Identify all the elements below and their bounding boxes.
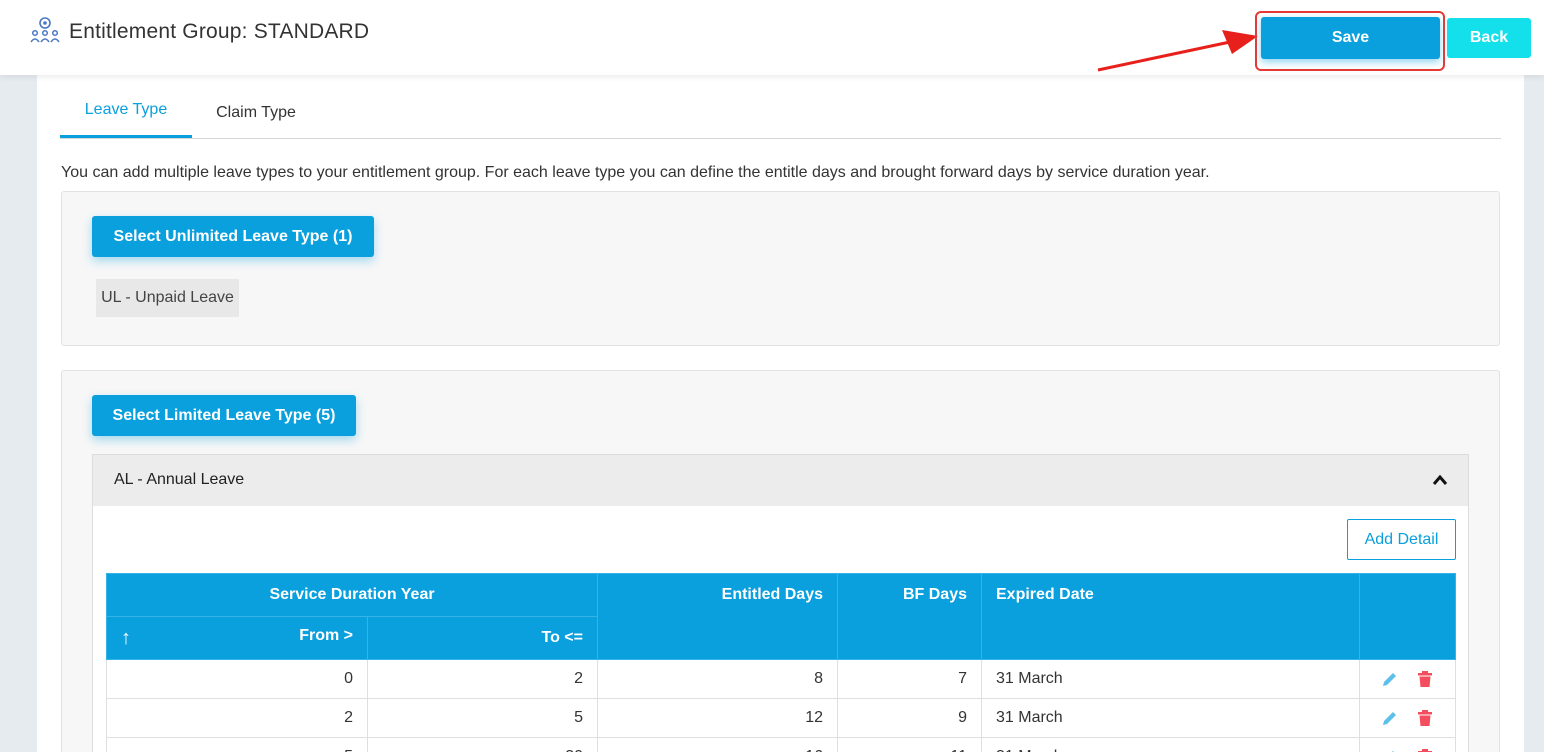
- actions-header: [1359, 573, 1456, 660]
- table-row: 0 2 8 7 31 March: [106, 659, 1456, 699]
- cell-from: 2: [106, 698, 368, 738]
- table-body: 0 2 8 7 31 March 2 5 12 9 31 March 5 30 …: [106, 659, 1456, 752]
- unlimited-leave-chip: UL - Unpaid Leave: [96, 279, 239, 317]
- cell-from: 5: [106, 737, 368, 752]
- cell-to: 5: [367, 698, 598, 738]
- chevron-up-icon[interactable]: [1432, 472, 1448, 488]
- cell-to: 30: [367, 737, 598, 752]
- table-row: 2 5 12 9 31 March: [106, 698, 1456, 738]
- cell-entitled: 8: [597, 659, 838, 699]
- annotation-arrow: [1097, 30, 1258, 72]
- tab-leave-type[interactable]: Leave Type: [60, 90, 192, 138]
- table-row: 5 30 16 11 31 March: [106, 737, 1456, 752]
- cell-expired: 31 March: [981, 737, 1360, 752]
- delete-trash-icon[interactable]: [1416, 709, 1434, 727]
- unlimited-leave-panel: [61, 191, 1500, 346]
- cell-expired: 31 March: [981, 698, 1360, 738]
- select-limited-leave-button[interactable]: Select Limited Leave Type (5): [92, 395, 356, 436]
- save-button[interactable]: Save: [1261, 17, 1440, 59]
- entitlement-table: Service Duration Year Entitled Days BF D…: [106, 573, 1456, 752]
- entitled-days-header[interactable]: Entitled Days: [597, 573, 838, 660]
- accordion-title: AL - Annual Leave: [114, 471, 245, 488]
- description-text: You can add multiple leave types to your…: [61, 164, 1210, 181]
- cell-from: 0: [106, 659, 368, 699]
- bf-days-header[interactable]: BF Days: [837, 573, 982, 660]
- service-duration-header: Service Duration Year: [106, 573, 598, 617]
- cell-bf: 9: [837, 698, 982, 738]
- edit-pencil-icon[interactable]: [1381, 670, 1399, 688]
- edit-pencil-icon[interactable]: [1381, 709, 1399, 727]
- from-header-label: From >: [299, 626, 353, 644]
- from-header[interactable]: ↑ From >: [106, 616, 368, 660]
- to-header[interactable]: To <=: [367, 616, 598, 660]
- cell-actions: [1359, 659, 1456, 699]
- delete-trash-icon[interactable]: [1416, 748, 1434, 752]
- cell-actions: [1359, 698, 1456, 738]
- add-detail-button[interactable]: Add Detail: [1347, 519, 1456, 560]
- cell-to: 2: [367, 659, 598, 699]
- cell-actions: [1359, 737, 1456, 752]
- tab-claim-type[interactable]: Claim Type: [210, 93, 302, 141]
- page-title: Entitlement Group: STANDARD: [69, 20, 370, 43]
- back-button[interactable]: Back: [1447, 18, 1531, 58]
- cell-bf: 11: [837, 737, 982, 752]
- delete-trash-icon[interactable]: [1416, 670, 1434, 688]
- edit-pencil-icon[interactable]: [1381, 748, 1399, 752]
- expired-date-header[interactable]: Expired Date: [981, 573, 1360, 660]
- entitlement-group-icon: [30, 17, 60, 43]
- select-unlimited-leave-button[interactable]: Select Unlimited Leave Type (1): [92, 216, 374, 257]
- cell-bf: 7: [837, 659, 982, 699]
- accordion-header-annual-leave[interactable]: AL - Annual Leave: [92, 454, 1469, 506]
- cell-entitled: 16: [597, 737, 838, 752]
- sort-asc-icon[interactable]: ↑: [121, 627, 131, 650]
- tab-bar: Leave Type Claim Type: [60, 90, 1501, 139]
- cell-entitled: 12: [597, 698, 838, 738]
- cell-expired: 31 March: [981, 659, 1360, 699]
